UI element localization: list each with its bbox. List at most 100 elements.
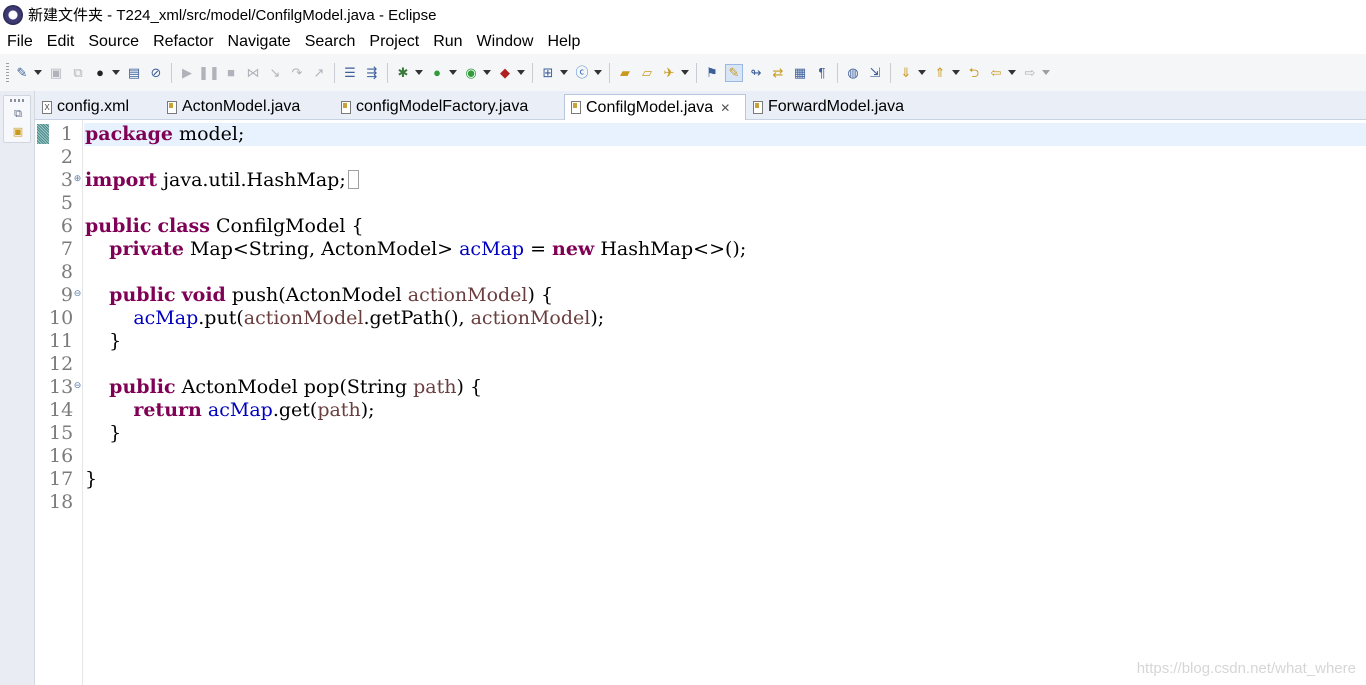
- save-all-icon[interactable]: ⧉: [69, 64, 87, 82]
- line-number: 13: [49, 376, 74, 398]
- line-number: 11: [49, 330, 74, 352]
- forward-icon[interactable]: ⇨: [1021, 64, 1039, 82]
- code-line-7[interactable]: private Map<String, ActonModel> acMap = …: [85, 238, 746, 261]
- code-line-17[interactable]: }: [85, 468, 97, 491]
- search-dropdown-arrow[interactable]: [680, 64, 689, 82]
- previous-annotation-dropdown-arrow[interactable]: [951, 64, 960, 82]
- collapse-fold-icon[interactable]: ⊖: [73, 289, 82, 298]
- menu-window[interactable]: Window: [470, 33, 541, 51]
- toggle-mark-occurrences-icon[interactable]: ✎: [725, 63, 743, 82]
- code-line-13[interactable]: public ActonModel pop(String path) {: [85, 376, 482, 399]
- run-web-icon[interactable]: ⇲: [866, 64, 884, 82]
- code-line-10[interactable]: acMap.put(actionModel.getPath(), actionM…: [85, 307, 604, 330]
- overview-marker-ruler[interactable]: [35, 120, 49, 685]
- use-step-filters-icon[interactable]: ☰: [341, 64, 359, 82]
- last-edit-location-icon[interactable]: ⮌: [965, 64, 983, 82]
- tab-config-xml[interactable]: X config.xml: [42, 94, 129, 120]
- run-icon[interactable]: ●: [428, 64, 446, 82]
- next-annotation-dropdown-arrow[interactable]: [917, 64, 926, 82]
- toggle-word-wrap-icon[interactable]: ▦: [791, 64, 809, 82]
- line-number: 16: [49, 445, 74, 467]
- menu-source[interactable]: Source: [81, 33, 146, 51]
- toggle-ant-editor-icon[interactable]: ⚑: [703, 64, 721, 82]
- trim-grip[interactable]: [10, 99, 26, 102]
- save-icon[interactable]: ▣: [47, 64, 65, 82]
- tab-confilg-model[interactable]: ConfilgModel.java ✕: [564, 94, 746, 120]
- code-line-6[interactable]: public class ConfilgModel {: [85, 215, 364, 238]
- menu-project[interactable]: Project: [362, 33, 426, 51]
- toolbar-grip[interactable]: [6, 62, 9, 83]
- previous-annotation-icon[interactable]: ⇑: [931, 64, 949, 82]
- collapsed-imports-icon[interactable]: [347, 170, 359, 189]
- debug-dropdown-arrow[interactable]: [414, 64, 423, 82]
- web-browser-icon[interactable]: ◍: [844, 64, 862, 82]
- menu-edit[interactable]: Edit: [40, 33, 82, 51]
- menu-help[interactable]: Help: [540, 33, 587, 51]
- code-token: =: [524, 238, 553, 260]
- step-into-icon[interactable]: ↘: [266, 64, 284, 82]
- run-dropdown-arrow[interactable]: [448, 64, 457, 82]
- code-line-1[interactable]: package model;: [85, 123, 244, 146]
- xml-file-icon: X: [42, 100, 52, 114]
- external-tools-dropdown-arrow[interactable]: [516, 64, 525, 82]
- show-paragraph-icon[interactable]: ¶: [813, 64, 831, 82]
- resume-icon[interactable]: ▶: [178, 64, 196, 82]
- collapse-fold-icon[interactable]: ⊖: [73, 381, 82, 390]
- toolbar-separator: [890, 62, 891, 83]
- coverage-dropdown-arrow[interactable]: [482, 64, 491, 82]
- external-tools-icon[interactable]: ◆: [496, 64, 514, 82]
- menu-refactor[interactable]: Refactor: [146, 33, 220, 51]
- toggle-block-selection-icon[interactable]: ↬: [747, 64, 765, 82]
- code-line-3[interactable]: import java.util.HashMap;: [85, 169, 359, 192]
- code-line-9[interactable]: public void push(ActonModel actionModel)…: [85, 284, 553, 307]
- new-java-class-dropdown-arrow[interactable]: [593, 64, 602, 82]
- toolbar-separator: [387, 62, 388, 83]
- account-icon[interactable]: ●: [91, 64, 109, 82]
- line-number: 2: [60, 146, 73, 168]
- tab-acton-model[interactable]: ActonModel.java: [167, 94, 300, 120]
- tab-config-model-factory[interactable]: configModelFactory.java: [341, 94, 528, 120]
- expand-fold-icon[interactable]: ⊕: [73, 174, 82, 183]
- menu-run[interactable]: Run: [426, 33, 469, 51]
- forward-dropdown-arrow[interactable]: [1041, 64, 1050, 82]
- account-dropdown-arrow[interactable]: [111, 64, 120, 82]
- restore-icon[interactable]: ⧉: [11, 108, 25, 120]
- tab-label: ActonModel.java: [182, 98, 301, 115]
- field-token: acMap: [207, 399, 273, 421]
- menu-navigate[interactable]: Navigate: [221, 33, 298, 51]
- terminate-icon[interactable]: ■: [222, 64, 240, 82]
- tab-forward-model[interactable]: ForwardModel.java: [753, 94, 904, 120]
- step-over-icon[interactable]: ↷: [288, 64, 306, 82]
- java-editor[interactable]: 1 2 3 ⊕ 5 6 7 8 9 ⊖ 10 11 12 13 ⊖ 14 15 …: [35, 120, 1366, 685]
- disconnect-icon[interactable]: ⋈: [244, 64, 262, 82]
- new-java-project-dropdown-arrow[interactable]: [559, 64, 568, 82]
- debug-icon[interactable]: ✱: [394, 64, 412, 82]
- code-text-area[interactable]: package model; import java.util.HashMap;…: [84, 120, 1366, 685]
- new-wizard-icon[interactable]: ✎: [13, 64, 31, 82]
- skip-breakpoints-icon[interactable]: ⊘: [147, 64, 165, 82]
- open-task-icon[interactable]: ▱: [638, 64, 656, 82]
- code-token: push(ActonModel: [225, 284, 408, 306]
- next-annotation-icon[interactable]: ⇓: [897, 64, 915, 82]
- new-java-class-icon[interactable]: ⓒ: [573, 64, 591, 82]
- back-dropdown-arrow[interactable]: [1007, 64, 1016, 82]
- show-whitespace-icon[interactable]: ⇄: [769, 64, 787, 82]
- code-line-11[interactable]: }: [85, 330, 121, 353]
- code-token: ) {: [456, 376, 483, 398]
- code-line-14[interactable]: return acMap.get(path);: [85, 399, 374, 422]
- coverage-icon[interactable]: ◉: [462, 64, 480, 82]
- search-icon[interactable]: ✈: [660, 64, 678, 82]
- new-java-project-icon[interactable]: ⊞: [539, 64, 557, 82]
- step-return-icon[interactable]: ↗: [310, 64, 328, 82]
- new-dropdown-arrow[interactable]: [33, 64, 42, 82]
- package-explorer-icon[interactable]: ▣: [11, 126, 25, 138]
- suspend-icon[interactable]: ❚❚: [198, 64, 220, 82]
- back-icon[interactable]: ⇦: [987, 64, 1005, 82]
- open-type-icon[interactable]: ▰: [616, 64, 634, 82]
- code-line-15[interactable]: }: [85, 422, 121, 445]
- menu-search[interactable]: Search: [298, 33, 363, 51]
- console-icon[interactable]: ▤: [125, 64, 143, 82]
- drop-to-frame-icon[interactable]: ⇶: [363, 64, 381, 82]
- close-tab-icon[interactable]: ✕: [720, 101, 730, 115]
- menu-file[interactable]: File: [0, 33, 40, 51]
